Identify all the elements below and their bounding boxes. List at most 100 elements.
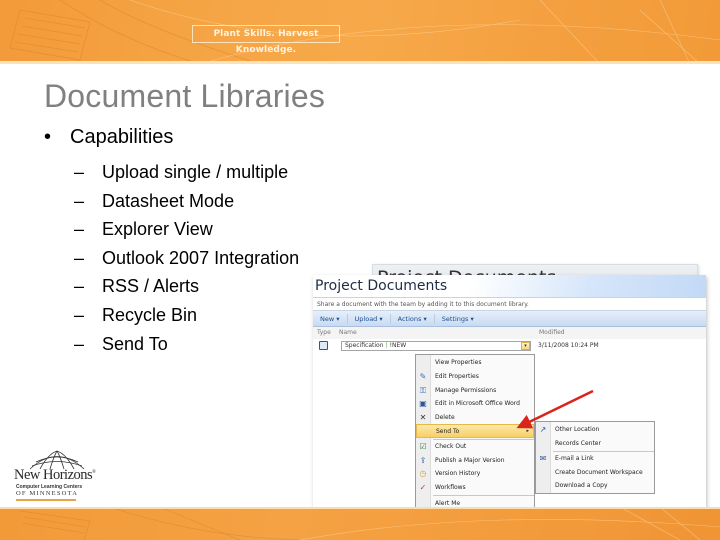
bullet-label: Capabilities — [70, 126, 174, 148]
submenu-item-create-workspace[interactable]: Create Document Workspace — [536, 466, 654, 480]
toolbar-label: Actions — [397, 314, 422, 323]
menu-item-label: Version History — [435, 470, 481, 477]
delete-icon: ✕ — [419, 412, 427, 422]
menu-item-view-properties[interactable]: View Properties — [416, 356, 534, 370]
column-header-modified[interactable]: Modified — [539, 327, 639, 339]
submenu-item-label: E-mail a Link — [555, 455, 594, 462]
permissions-icon: ⚿ — [419, 385, 427, 395]
sharepoint-screenshot: Project Documents Share a document with … — [313, 275, 706, 512]
dash: – — [74, 190, 85, 211]
toolbar-label: Settings — [441, 314, 469, 323]
chevron-down-icon: ▾ — [470, 314, 474, 323]
capability-item: – Recycle Bin — [74, 301, 299, 330]
capability-item: – Datasheet Mode — [74, 187, 299, 216]
capabilities-list: – Upload single / multiple – Datasheet Mod… — [74, 158, 299, 358]
capability-label: Datasheet Mode — [102, 190, 235, 211]
document-name: Specification — [345, 342, 384, 349]
menu-item-label: Workflows — [435, 483, 466, 491]
bullet-dot: • — [44, 126, 52, 148]
menu-item-version-history[interactable]: ◷ Version History — [416, 467, 534, 481]
submenu-item-label: Download a Copy — [555, 482, 608, 489]
menu-item-check-out[interactable]: ☑ Check Out — [416, 440, 534, 454]
submenu-arrow-icon: ▸ — [526, 428, 529, 434]
chevron-down-icon: ▾ — [336, 314, 340, 323]
dash: – — [74, 162, 85, 182]
toolbar-settings-button[interactable]: Settings ▾ — [435, 314, 481, 324]
menu-item-label: Send To — [436, 428, 460, 435]
trademark: ® — [92, 470, 96, 476]
other-location-icon: ↗ — [539, 425, 547, 434]
dash: – — [74, 276, 85, 297]
toolbar-upload-button[interactable]: Upload ▾ — [348, 313, 391, 324]
menu-item-label: Delete — [435, 413, 455, 421]
bullet-capabilities: • Capabilities — [44, 126, 173, 149]
submenu-item-email-link[interactable]: ✉ E-mail a Link — [536, 452, 654, 466]
logo-region: OF MINNESOTA — [16, 490, 79, 497]
chevron-down-icon: ▾ — [379, 314, 383, 323]
publish-icon: ⇪ — [419, 455, 427, 465]
menu-item-label: Manage Permissions — [435, 386, 497, 394]
toolbar-label: Upload — [354, 314, 378, 323]
send-to-submenu: ↗ Other Location Records Center ✉ E-mail a… — [535, 421, 655, 494]
tagline: Plant Skills. Harvest Knowledge. — [192, 25, 340, 55]
capability-label: Explorer View — [102, 219, 213, 240]
logo-brand-text: New Horizons — [14, 467, 93, 483]
dash: – — [74, 333, 85, 354]
submenu-item-label: Records Center — [555, 439, 601, 447]
modified-date: 3/11/2008 10:24 PM — [538, 342, 599, 349]
edit-properties-icon: ✎ — [419, 372, 427, 381]
check-out-icon: ☑ — [419, 442, 427, 451]
menu-item-send-to[interactable]: Send To ▸ — [416, 424, 534, 438]
capability-item: – Explorer View — [74, 215, 299, 244]
menu-item-edit-properties[interactable]: ✎ Edit Properties — [416, 370, 534, 384]
item-context-menu: View Properties ✎ Edit Properties ⚿ Manage… — [415, 354, 535, 510]
capability-item: – Outlook 2007 Integration — [74, 244, 299, 273]
toolbar-actions-button[interactable]: Actions ▾ — [391, 313, 435, 324]
column-header-type[interactable]: Type — [313, 327, 339, 339]
menu-item-manage-permissions[interactable]: ⚿ Manage Permissions — [416, 384, 534, 398]
new-badge: !NEW — [389, 342, 407, 349]
library-title: Project Documents — [313, 275, 706, 297]
chevron-down-icon: ▾ — [423, 314, 427, 323]
submenu-item-other-location[interactable]: ↗ Other Location — [536, 423, 654, 437]
submenu-item-download-copy[interactable]: Download a Copy — [536, 479, 654, 493]
menu-item-delete[interactable]: ✕ Delete — [416, 411, 534, 425]
capability-label: Outlook 2007 Integration — [102, 247, 300, 268]
submenu-item-label: Create Document Workspace — [555, 468, 643, 476]
menu-item-publish-major-version[interactable]: ⇪ Publish a Major Version — [416, 454, 534, 468]
new-horizons-logo: New Horizons® Computer Learning Centers … — [14, 450, 96, 501]
menu-item-workflows[interactable]: ✓ Workflows — [416, 481, 534, 495]
menu-item-label: Check Out — [435, 443, 467, 450]
header-decorative-lines — [9, 0, 720, 64]
logo-brand: New Horizons® — [14, 467, 96, 484]
capability-label: Recycle Bin — [102, 304, 198, 325]
item-dropdown-button[interactable]: ▾ — [521, 342, 530, 350]
version-history-icon: ◷ — [419, 469, 427, 478]
capability-item: – Upload single / multiple — [74, 158, 299, 187]
column-header-name[interactable]: Name — [339, 327, 539, 339]
library-description: Share a document with the team by adding… — [313, 297, 706, 311]
dash: – — [74, 247, 85, 268]
logo-underline — [16, 499, 76, 501]
footer-decorative-lines — [19, 507, 720, 540]
capability-label: Upload single / multiple — [102, 162, 289, 182]
footer-banner — [0, 507, 720, 540]
submenu-item-records-center[interactable]: Records Center — [536, 437, 654, 451]
header-banner: Plant Skills. Harvest Knowledge. — [0, 0, 720, 64]
library-toolbar: New ▾ Upload ▾ Actions ▾ Settings ▾ — [313, 311, 706, 327]
menu-item-edit-in-word[interactable]: ▣ Edit in Microsoft Office Word — [416, 397, 534, 411]
dash: – — [74, 219, 85, 240]
document-row: Specification | !NEW ▾ 3/11/2008 10:24 PM — [313, 339, 706, 353]
menu-item-label: Publish a Major Version — [435, 456, 505, 464]
slide-title: Document Libraries — [44, 78, 326, 114]
dash: – — [74, 304, 85, 325]
document-name-link[interactable]: Specification | !NEW — [341, 341, 531, 351]
submenu-item-label: Other Location — [555, 426, 600, 433]
capability-label: Send To — [102, 333, 168, 354]
toolbar-label: New — [320, 314, 335, 323]
menu-item-label: Edit in Microsoft Office Word — [435, 400, 520, 407]
toolbar-new-button[interactable]: New ▾ — [313, 313, 348, 324]
menu-item-label: Edit Properties — [435, 373, 479, 380]
capability-item: – RSS / Alerts — [74, 272, 299, 301]
word-icon: ▣ — [419, 399, 427, 408]
